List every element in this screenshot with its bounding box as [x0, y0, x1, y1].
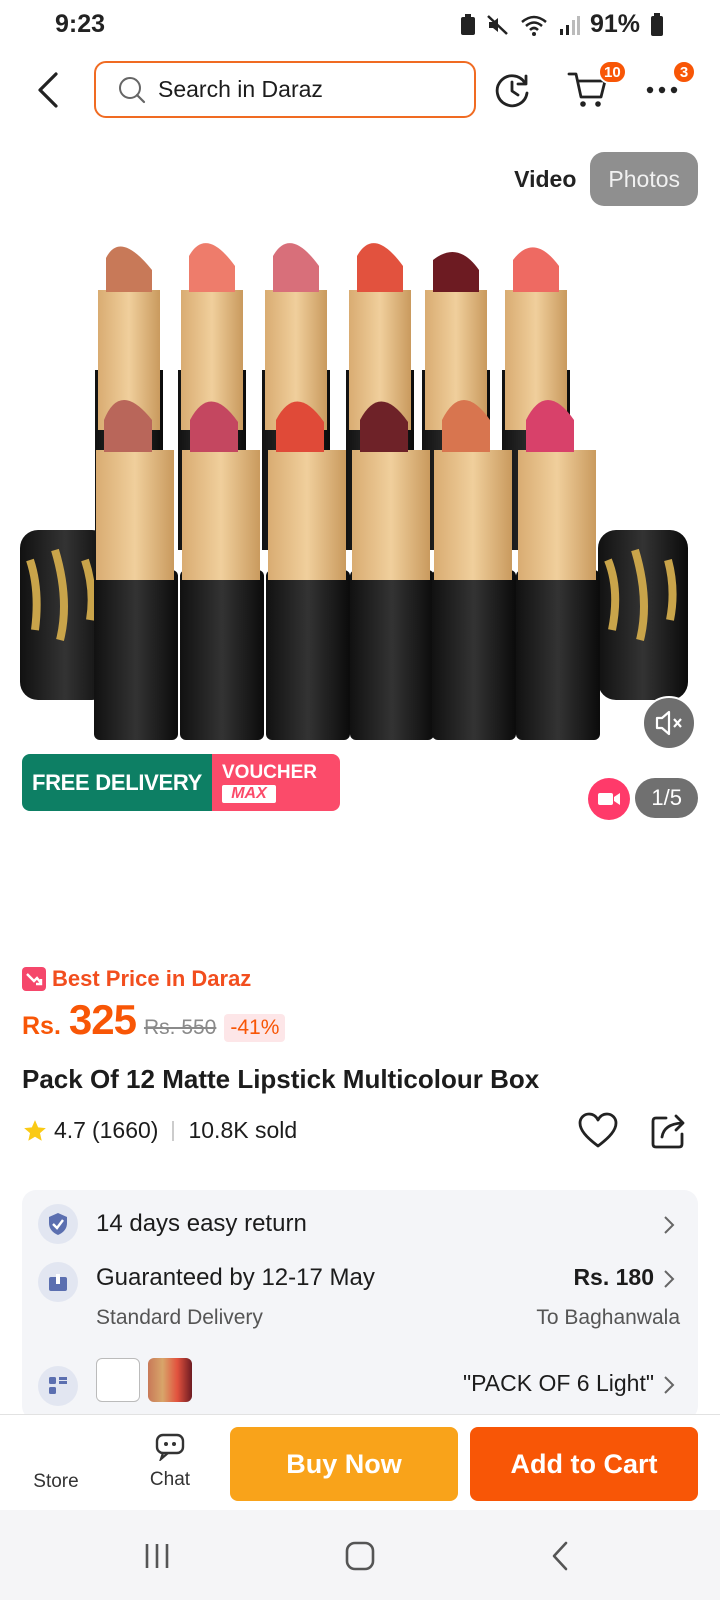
- promo-banner: FREE DELIVERY VOUCHER MAX: [22, 754, 340, 811]
- history-icon: [495, 74, 529, 108]
- rating-row[interactable]: 4.7 (1660) 10.8K sold: [22, 1117, 297, 1144]
- signal-icon: [559, 15, 580, 35]
- rating-value: 4.7: [54, 1117, 86, 1143]
- volume-mute-icon: [655, 710, 682, 736]
- sold-count: 10.8K sold: [188, 1117, 298, 1143]
- video-camera-icon: [598, 793, 620, 805]
- mute-icon: [487, 14, 508, 35]
- mute-button[interactable]: [642, 696, 696, 750]
- product-image[interactable]: [0, 230, 720, 770]
- delivery-guarantee: Guaranteed by 12-17 May: [96, 1264, 375, 1291]
- chevron-left-icon: [38, 72, 58, 108]
- delivery-row[interactable]: Guaranteed by 12-17 May Standard Deliver…: [22, 1260, 698, 1346]
- status-icons: 91%: [460, 10, 664, 39]
- system-nav-bar: [0, 1510, 720, 1600]
- service-info-card: 14 days easy return Guaranteed by 12-17 …: [22, 1190, 698, 1420]
- status-bar: 9:23 91%: [0, 0, 720, 52]
- star-icon: [24, 1119, 46, 1141]
- bottom-action-bar: Store Chat Buy Now Add to Cart: [0, 1414, 720, 1510]
- more-dots-icon: [646, 86, 678, 94]
- more-badge: 3: [672, 60, 696, 84]
- variant-selected: "PACK OF 6 Light": [462, 1370, 654, 1396]
- back-arrow-icon: [552, 1541, 568, 1571]
- variant-thumbnail[interactable]: [148, 1358, 192, 1402]
- product-title: Pack Of 12 Matte Lipstick Multicolour Bo…: [22, 1064, 540, 1094]
- store-button[interactable]: Store: [16, 1471, 96, 1493]
- video-badge[interactable]: [588, 778, 630, 820]
- best-price-text: Best Price in Daraz: [52, 966, 252, 991]
- price-current: 325: [68, 996, 137, 1043]
- battery-percent: 91%: [589, 10, 640, 38]
- search-input[interactable]: Search in Daraz: [94, 61, 476, 118]
- heart-icon: [578, 1112, 618, 1148]
- history-button[interactable]: [487, 64, 539, 116]
- more-button[interactable]: 3: [636, 60, 696, 116]
- status-time: 9:23: [55, 10, 106, 38]
- delivery-type: Standard Delivery: [96, 1306, 263, 1329]
- variant-grid-icon: [38, 1366, 78, 1406]
- home-button[interactable]: [340, 1536, 380, 1576]
- battery-icon: [651, 12, 663, 36]
- return-policy-row[interactable]: 14 days easy return: [22, 1190, 698, 1260]
- return-policy-text: 14 days easy return: [96, 1210, 307, 1237]
- store-label: Store: [33, 1471, 79, 1492]
- product-gallery[interactable]: Video Photos FREE DELIVERY VOUCHER MAX 1…: [0, 140, 720, 920]
- delivery-box-icon: [38, 1262, 78, 1302]
- share-button[interactable]: [650, 1112, 694, 1156]
- voucher-max-label: VOUCHER MAX: [212, 754, 340, 811]
- search-icon: [119, 76, 146, 103]
- chevron-right-icon: [664, 1376, 675, 1394]
- chat-button[interactable]: Chat: [130, 1429, 210, 1491]
- image-page-counter: 1/5: [635, 778, 698, 818]
- chevron-right-icon: [664, 1216, 675, 1234]
- discount-badge: -41%: [224, 1014, 286, 1042]
- variant-thumbnail[interactable]: [96, 1358, 140, 1402]
- battery-saver-icon: [460, 13, 475, 35]
- chevron-right-icon: [664, 1270, 675, 1288]
- search-placeholder: Search in Daraz: [158, 76, 323, 102]
- delivery-location: To Baghanwala: [536, 1306, 680, 1329]
- divider: [172, 1120, 175, 1141]
- system-back-button[interactable]: [540, 1536, 580, 1576]
- delivery-fee: Rs. 180: [573, 1264, 654, 1290]
- tab-video[interactable]: Video: [500, 152, 591, 206]
- chat-bot-icon: [155, 1433, 185, 1461]
- price-original: Rs. 550: [143, 1016, 217, 1039]
- chat-label: Chat: [149, 1469, 191, 1490]
- voucher-line1: VOUCHER: [222, 761, 318, 783]
- variant-row[interactable]: "PACK OF 6 Light": [22, 1356, 698, 1420]
- voucher-line2: MAX: [222, 784, 276, 803]
- add-to-cart-button[interactable]: Add to Cart: [470, 1427, 698, 1501]
- back-button[interactable]: [30, 68, 66, 112]
- shield-check-icon: [38, 1204, 78, 1244]
- rating-count: (1660): [91, 1117, 159, 1143]
- tab-photos[interactable]: Photos: [590, 152, 698, 206]
- buy-now-button[interactable]: Buy Now: [230, 1427, 458, 1501]
- recent-apps-button[interactable]: [137, 1536, 177, 1576]
- wifi-icon: [521, 15, 547, 36]
- price-row: Rs. 325 Rs. 550 -41%: [22, 996, 286, 1044]
- wishlist-button[interactable]: [578, 1112, 622, 1156]
- top-header: Search in Daraz 10 3: [0, 52, 720, 128]
- media-toggle: Video Photos: [500, 152, 698, 206]
- share-icon: [651, 1114, 685, 1149]
- price-currency: Rs.: [22, 1012, 61, 1040]
- cart-badge: 10: [598, 60, 627, 84]
- cart-button[interactable]: 10: [562, 60, 627, 116]
- free-delivery-label: FREE DELIVERY: [22, 754, 212, 811]
- trend-down-icon: [22, 967, 46, 991]
- best-price-label: Best Price in Daraz: [22, 966, 251, 992]
- recent-apps-icon: [145, 1544, 169, 1568]
- home-icon: [345, 1541, 375, 1571]
